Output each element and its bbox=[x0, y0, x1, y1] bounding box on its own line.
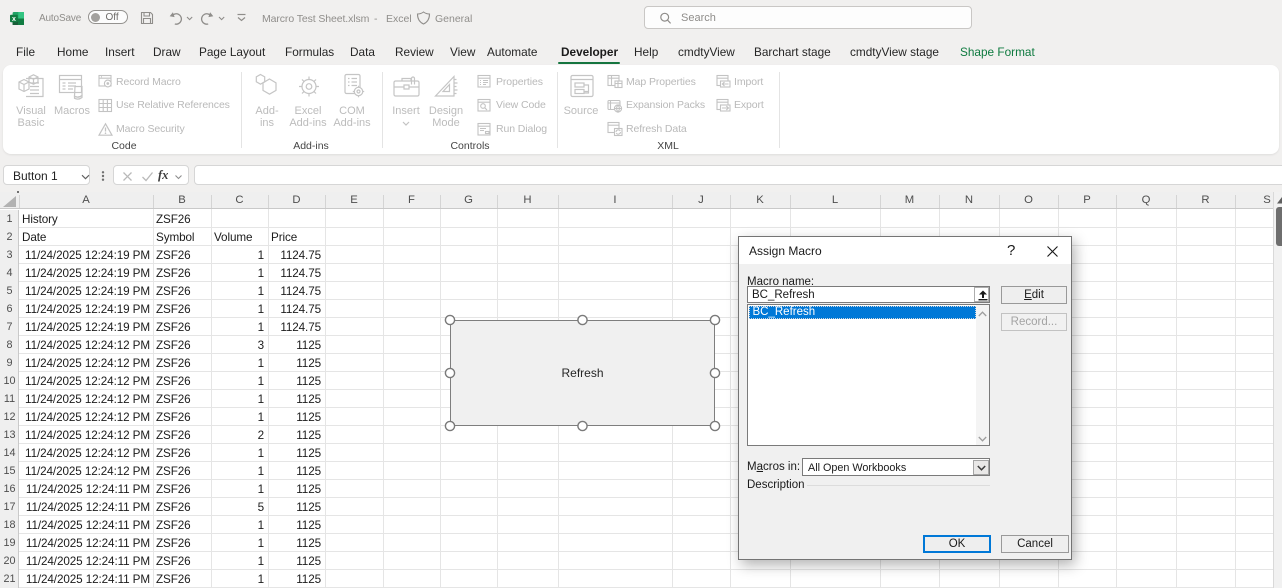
svg-text:x: x bbox=[12, 16, 16, 23]
